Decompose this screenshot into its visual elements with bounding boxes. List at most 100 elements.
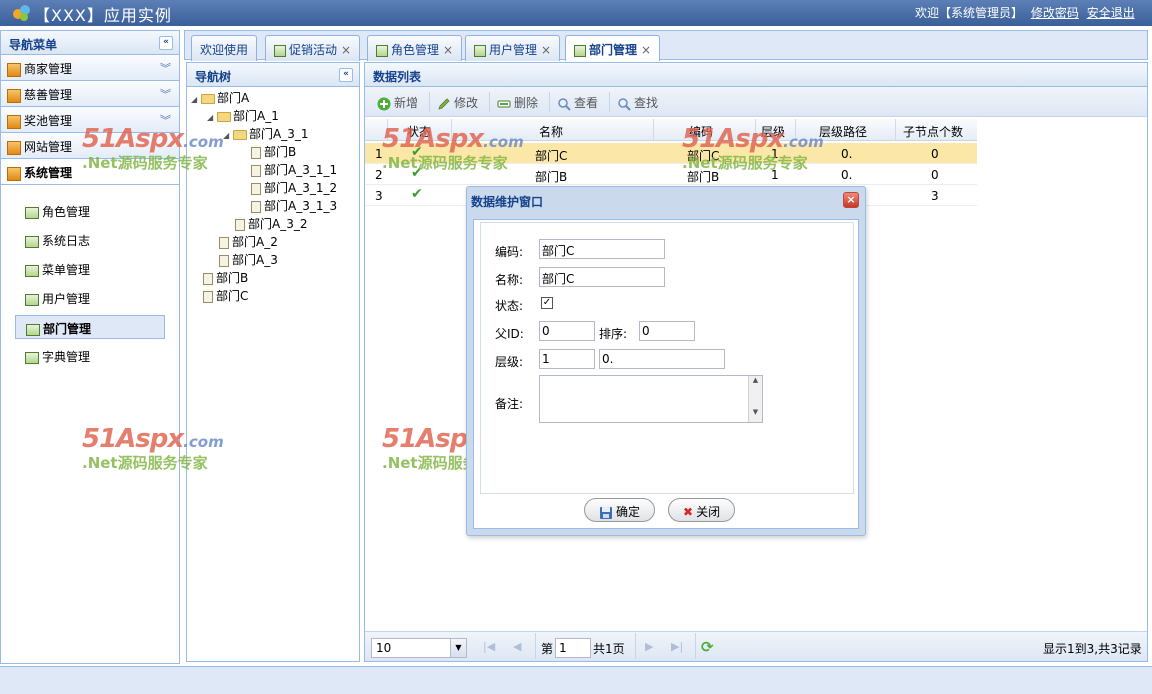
- tab-welcome[interactable]: 欢迎使用: [191, 35, 258, 61]
- window-icon: [376, 44, 388, 57]
- magnifier-icon: [558, 97, 571, 111]
- column-header-status[interactable]: 状态: [407, 123, 431, 140]
- accordion-system[interactable]: 系统管理: [1, 159, 179, 185]
- expand-toggle-icon[interactable]: ◢: [191, 91, 201, 109]
- nav-tree-panel: 导航树 « ◢ 部门A ◢ 部门A_1 ◢ 部门A_3_1 部门B 部门A_3_1_1…: [186, 62, 360, 662]
- parent-id-field[interactable]: 0: [539, 321, 595, 341]
- tab-user[interactable]: 用户管理 ×: [465, 35, 561, 61]
- add-button[interactable]: 新增: [377, 94, 418, 111]
- file-icon: [219, 236, 229, 249]
- tree-node[interactable]: 部门B: [249, 143, 296, 161]
- column-header-path[interactable]: 层级路径: [819, 123, 867, 140]
- logout-link[interactable]: 安全退出: [1087, 6, 1135, 20]
- scroll-up-icon[interactable]: ▲: [749, 376, 762, 384]
- expand-toggle-icon[interactable]: ◢: [223, 127, 233, 145]
- accordion-charity[interactable]: 慈善管理 ︾: [1, 81, 179, 107]
- tab-bar: 欢迎使用 促销活动 × 角色管理 × 用户管理 × 部门管理 ×: [184, 30, 1148, 61]
- tree-node[interactable]: ◢ 部门A_1: [207, 107, 279, 125]
- tab-promotion[interactable]: 促销活动 ×: [265, 35, 361, 61]
- tab-close-icon[interactable]: ×: [443, 43, 453, 57]
- textarea-scrollbar[interactable]: ▲ ▼: [748, 376, 762, 422]
- next-page-icon[interactable]: ▶: [645, 640, 653, 653]
- code-label: 编码:: [495, 245, 524, 259]
- level-field[interactable]: 1: [539, 349, 595, 369]
- tab-close-icon[interactable]: ×: [341, 43, 351, 57]
- tree-node[interactable]: 部门A_3_1_1: [249, 161, 337, 179]
- tree-node[interactable]: 部门A_3: [217, 251, 278, 269]
- folder-icon: [7, 114, 21, 129]
- menu-item-log[interactable]: 系统日志: [15, 228, 165, 252]
- west-panel-title: 导航菜单: [9, 38, 58, 52]
- parent-id-value: 0: [542, 324, 550, 338]
- tree-node[interactable]: 部门A_3_1_3: [249, 197, 337, 215]
- edit-button[interactable]: 修改: [437, 94, 478, 111]
- remark-textarea[interactable]: ▲ ▼: [539, 375, 763, 423]
- column-header-code[interactable]: 编码: [689, 123, 713, 140]
- tree-node[interactable]: 部门A_2: [217, 233, 278, 251]
- delete-button[interactable]: 删除: [497, 94, 538, 111]
- menu-item-menu[interactable]: 菜单管理: [15, 257, 165, 281]
- collapse-tree-icon[interactable]: «: [339, 68, 353, 82]
- accordion-merchant[interactable]: 商家管理 ︾: [1, 55, 179, 81]
- scroll-down-icon[interactable]: ▼: [749, 408, 762, 416]
- table-row[interactable]: 2 ✔ 部门B 部门B 1 0. 0: [365, 164, 977, 185]
- tab-department[interactable]: 部门管理 ×: [565, 35, 661, 61]
- row-number: 3: [375, 189, 383, 203]
- code-value: 部门C: [542, 244, 575, 258]
- accordion-website[interactable]: 网站管理: [1, 133, 179, 159]
- tree-node[interactable]: 部门A_3_1_2: [249, 179, 337, 197]
- sort-field[interactable]: 0: [639, 321, 695, 341]
- column-header-children[interactable]: 子节点个数: [903, 123, 963, 140]
- collapse-west-icon[interactable]: «: [159, 36, 173, 50]
- window-icon: [574, 44, 586, 57]
- column-header-level[interactable]: 层级: [761, 123, 785, 140]
- tree-node[interactable]: 部门A_3_2: [233, 215, 307, 233]
- tree-node-label: 部门B: [216, 271, 249, 285]
- column-header-name[interactable]: 名称: [539, 123, 563, 140]
- tab-close-icon[interactable]: ×: [541, 43, 551, 57]
- menu-item-department[interactable]: 部门管理: [15, 315, 165, 339]
- tree-node[interactable]: ◢ 部门A: [191, 89, 249, 107]
- refresh-icon[interactable]: ⟳: [701, 638, 714, 656]
- prev-page-icon[interactable]: ◀: [513, 640, 521, 653]
- status-checkbox[interactable]: ✓: [541, 297, 553, 309]
- column-divider: [451, 119, 452, 141]
- tree-node-label: 部门A_3_2: [248, 217, 308, 231]
- close-icon[interactable]: ×: [843, 192, 859, 208]
- menu-item-user[interactable]: 用户管理: [15, 286, 165, 310]
- change-password-link[interactable]: 修改密码: [1031, 6, 1079, 20]
- tree-node[interactable]: 部门B: [201, 269, 248, 287]
- search-button[interactable]: 查找: [617, 94, 658, 111]
- toolbar-separator: [429, 92, 430, 112]
- level-path-field[interactable]: 0.: [599, 349, 725, 369]
- menu-item-role[interactable]: 角色管理: [15, 199, 165, 223]
- column-divider: [755, 119, 756, 141]
- cell-children: 0: [931, 168, 939, 182]
- menu-item-dictionary[interactable]: 字典管理: [15, 344, 165, 368]
- tree-node-label: 部门A_1: [233, 109, 279, 123]
- tab-close-icon[interactable]: ×: [641, 43, 651, 57]
- tree-node[interactable]: 部门C: [201, 287, 248, 305]
- dialog-body: 编码: 部门C 名称: 部门C 状态: ✓ 父ID: 0 排序: 0 层级: 1…: [473, 219, 859, 529]
- dialog-title: 数据维护窗口: [471, 195, 544, 209]
- page-number-input[interactable]: 1: [555, 638, 591, 658]
- tree-node-label: 部门A_3_1_3: [264, 199, 338, 213]
- chevron-down-icon: ︾: [160, 62, 171, 75]
- save-icon: [600, 506, 612, 519]
- last-page-icon[interactable]: ▶|: [671, 640, 683, 653]
- table-row[interactable]: 1 ✔ 部门C 部门C 1 0. 0: [365, 143, 977, 164]
- tab-role[interactable]: 角色管理 ×: [367, 35, 463, 61]
- accordion-prize-pool[interactable]: 奖池管理 ︾: [1, 107, 179, 133]
- app-header: 【XXX】应用实例 欢迎【系统管理员】 修改密码 安全退出: [0, 0, 1152, 26]
- expand-toggle-icon[interactable]: ◢: [207, 109, 217, 127]
- close-button[interactable]: ✖ 关闭: [668, 498, 736, 522]
- code-field[interactable]: 部门C: [539, 239, 665, 259]
- west-panel-header: 导航菜单 «: [1, 31, 179, 55]
- first-page-icon[interactable]: |◀: [483, 640, 495, 653]
- page-size-select[interactable]: 10 ▼: [371, 638, 467, 658]
- view-button[interactable]: 查看: [557, 94, 598, 111]
- tree-node[interactable]: ◢ 部门A_3_1: [223, 125, 308, 143]
- name-field[interactable]: 部门C: [539, 267, 665, 287]
- chevron-down-icon[interactable]: ▼: [450, 639, 466, 657]
- ok-button[interactable]: 确定: [584, 498, 656, 522]
